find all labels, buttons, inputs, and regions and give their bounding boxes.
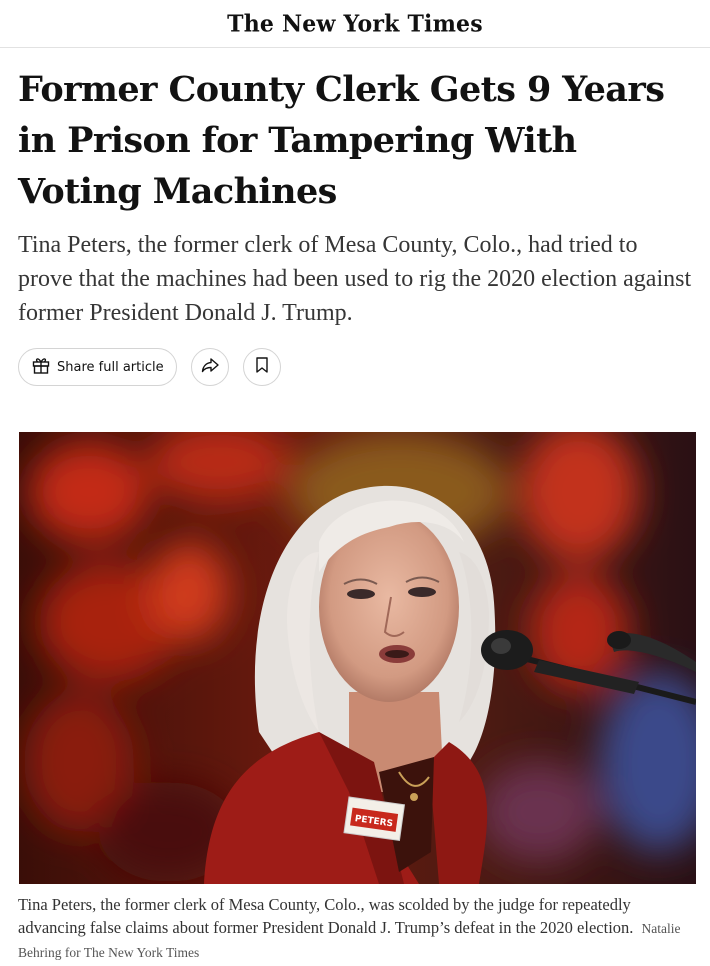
save-bookmark-button[interactable] <box>242 348 281 386</box>
article-summary: Tina Peters, the former clerk of Mesa Co… <box>18 232 692 326</box>
share-toolbar: Share full article <box>18 348 281 386</box>
share-button-label: Share full article <box>57 359 164 375</box>
article-photo[interactable]: PETERS <box>19 432 696 884</box>
share-button[interactable] <box>190 348 229 386</box>
share-full-article-button[interactable]: Share full article <box>18 348 177 386</box>
masthead: The New York Times <box>0 0 710 48</box>
gift-icon <box>31 355 51 379</box>
article-headline: Former County Clerk Gets 9 Years in Pris… <box>18 69 665 212</box>
nyt-logo[interactable]: The New York Times <box>227 10 483 37</box>
photo-caption: Tina Peters, the former clerk of Mesa Co… <box>18 893 698 964</box>
caption-text: Tina Peters, the former clerk of Mesa Co… <box>18 895 634 937</box>
bookmark-icon <box>254 356 270 378</box>
share-arrow-icon <box>200 355 220 379</box>
